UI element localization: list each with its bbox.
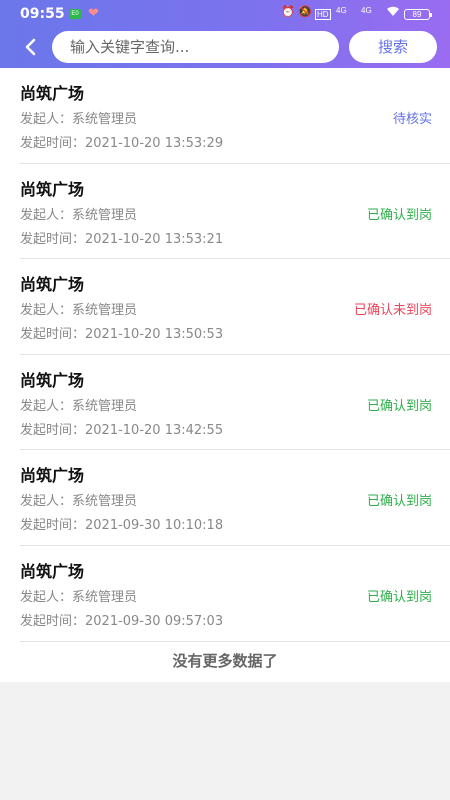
time-value: 2021-10-20 13:50:53 [85,327,224,343]
time-label: 发起时间： [20,422,86,438]
wifi-icon [386,5,400,20]
time-label: 发起时间： [20,518,86,534]
alarm-icon: ⏰ [281,6,295,18]
item-title: 尚筑广场 [20,561,85,581]
list-item[interactable]: 尚筑广场 发起人：系统管理员 发起时间：2021-09-30 10:10:18 已确认… [20,450,450,546]
initiator-value: 系统管理员 [72,112,138,127]
time-label: 发起时间： [20,327,86,343]
status-badge: 已确认到岗 [366,398,432,414]
search-input[interactable] [52,31,339,63]
item-initiator: 发起人：系统管理员 [20,395,137,414]
search-button[interactable]: 搜索 [349,31,437,63]
item-time: 发起时间：2021-10-20 13:50:53 [20,323,223,342]
list-item[interactable]: 尚筑广场 发起人：系统管理员 发起时间：2021-10-20 13:53:21 已确认… [20,164,450,260]
no-more-data-text: 没有更多数据了 [0,641,450,682]
item-title: 尚筑广场 [20,370,85,390]
time-value: 2021-10-20 13:42:55 [85,422,224,438]
time-value: 2021-10-20 13:53:29 [85,136,224,151]
list-item[interactable]: 尚筑广场 发起人：系统管理员 发起时间：2021-10-20 13:50:53 已确认… [20,259,450,355]
item-initiator: 发起人：系统管理员 [20,108,137,127]
hd-icon: HD [315,9,331,20]
top-bar: 09:55 E0 ❤ ⏰ 🔕 HD 4G 4G 89 搜索 [0,0,450,68]
status-badge: 待核实 [392,112,432,127]
initiator-label: 发起人： [20,494,73,510]
status-badge: 已确认未到岗 [353,303,432,319]
item-time: 发起时间：2021-10-20 13:42:55 [20,419,223,438]
initiator-label: 发起人： [20,589,73,605]
time-label: 发起时间： [20,613,86,629]
item-time: 发起时间：2021-09-30 09:57:03 [20,610,223,629]
initiator-label: 发起人： [20,207,73,223]
item-title: 尚筑广场 [20,179,85,199]
back-button[interactable] [20,36,42,58]
time-label: 发起时间： [20,231,86,247]
time-value: 2021-09-30 10:10:18 [85,518,224,534]
item-time: 发起时间：2021-10-20 13:53:29 [20,132,223,151]
status-bar: 09:55 E0 ❤ ⏰ 🔕 HD 4G 4G 89 [0,0,450,28]
item-initiator: 发起人：系统管理员 [20,299,137,318]
initiator-label: 发起人： [20,112,73,127]
network-4g-icon: 4G [336,6,347,15]
battery-icon: 89 [404,9,432,20]
list-item[interactable]: 尚筑广场 发起人：系统管理员 发起时间：2021-10-20 13:42:55 已确认… [20,355,450,451]
record-list: 尚筑广场 发起人：系统管理员 发起时间：2021-10-20 13:53:29 待核实… [0,68,450,682]
item-title: 尚筑广场 [20,275,85,295]
initiator-value: 系统管理员 [72,207,138,223]
initiator-label: 发起人： [20,303,73,319]
status-time: 09:55 [20,6,65,22]
notification-icon: E0 [69,9,81,19]
initiator-value: 系统管理员 [72,398,138,414]
heart-icon: ❤ [88,5,99,20]
network-4g-icon-2: 4G [361,6,372,15]
status-badge: 已确认到岗 [366,494,432,510]
item-title: 尚筑广场 [20,466,85,486]
item-initiator: 发起人：系统管理员 [20,586,137,605]
initiator-label: 发起人： [20,398,73,414]
item-title: 尚筑广场 [20,84,85,103]
mute-icon: 🔕 [298,6,312,18]
status-badge: 已确认到岗 [366,589,432,605]
status-badge: 已确认到岗 [366,207,432,223]
initiator-value: 系统管理员 [72,589,138,605]
item-initiator: 发起人：系统管理员 [20,204,137,223]
initiator-value: 系统管理员 [72,303,138,319]
item-initiator: 发起人：系统管理员 [20,490,137,509]
list-item[interactable]: 尚筑广场发起人：系统管理员发起时间：2021-10-20 13:53:29 待核实 [20,68,450,164]
initiator-value: 系统管理员 [72,494,138,510]
time-label: 发起时间： [20,136,86,151]
time-value: 2021-10-20 13:53:21 [85,231,224,247]
list-item[interactable]: 尚筑广场 发起人：系统管理员 发起时间：2021-09-30 09:57:03 已确认… [20,546,450,642]
chevron-left-icon [25,38,36,56]
time-value: 2021-09-30 09:57:03 [85,613,224,629]
item-time: 发起时间：2021-09-30 10:10:18 [20,514,223,533]
item-time: 发起时间：2021-10-20 13:53:21 [20,228,223,247]
